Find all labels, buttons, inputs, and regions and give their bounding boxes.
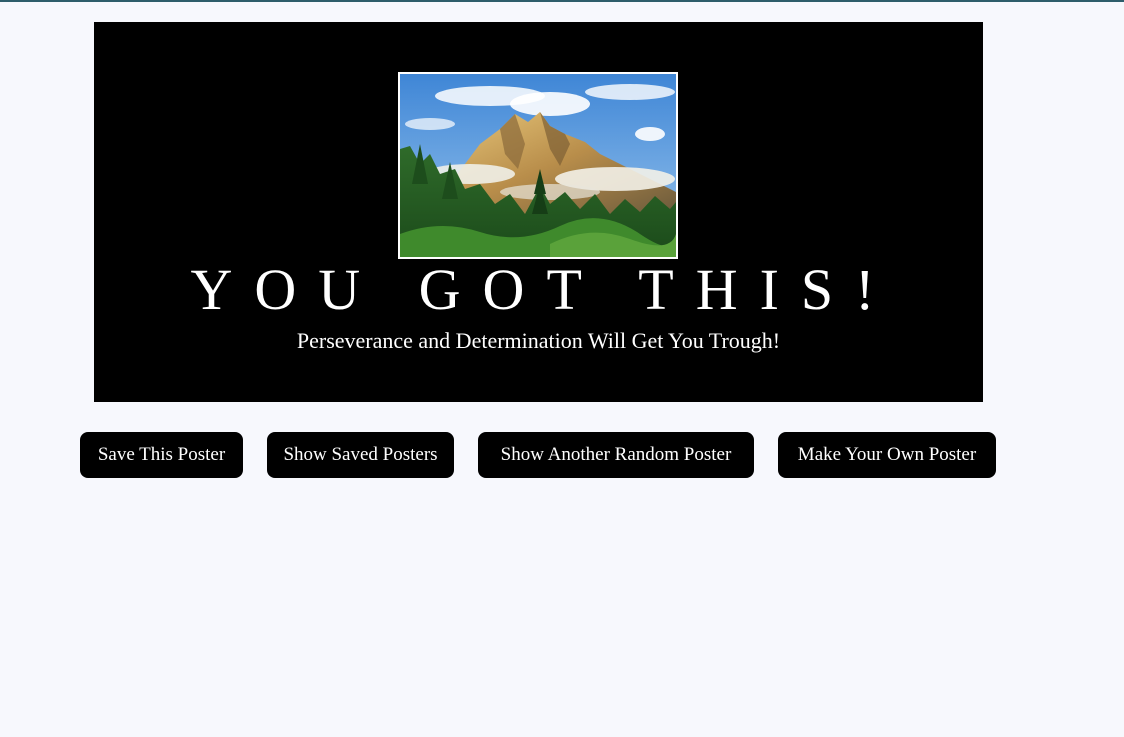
mountain-landscape-image <box>400 74 676 257</box>
save-poster-button[interactable]: Save This Poster <box>80 432 243 478</box>
poster-image <box>398 72 678 259</box>
show-saved-posters-button[interactable]: Show Saved Posters <box>267 432 454 478</box>
top-rule <box>0 0 1124 2</box>
make-own-poster-button[interactable]: Make Your Own Poster <box>778 432 996 478</box>
poster-title: YOU GOT THIS! <box>190 257 897 322</box>
poster-quote: Perseverance and Determination Will Get … <box>296 328 781 353</box>
show-random-poster-button[interactable]: Show Another Random Poster <box>478 432 754 478</box>
poster: YOU GOT THIS! Perseverance and Determina… <box>94 22 983 402</box>
